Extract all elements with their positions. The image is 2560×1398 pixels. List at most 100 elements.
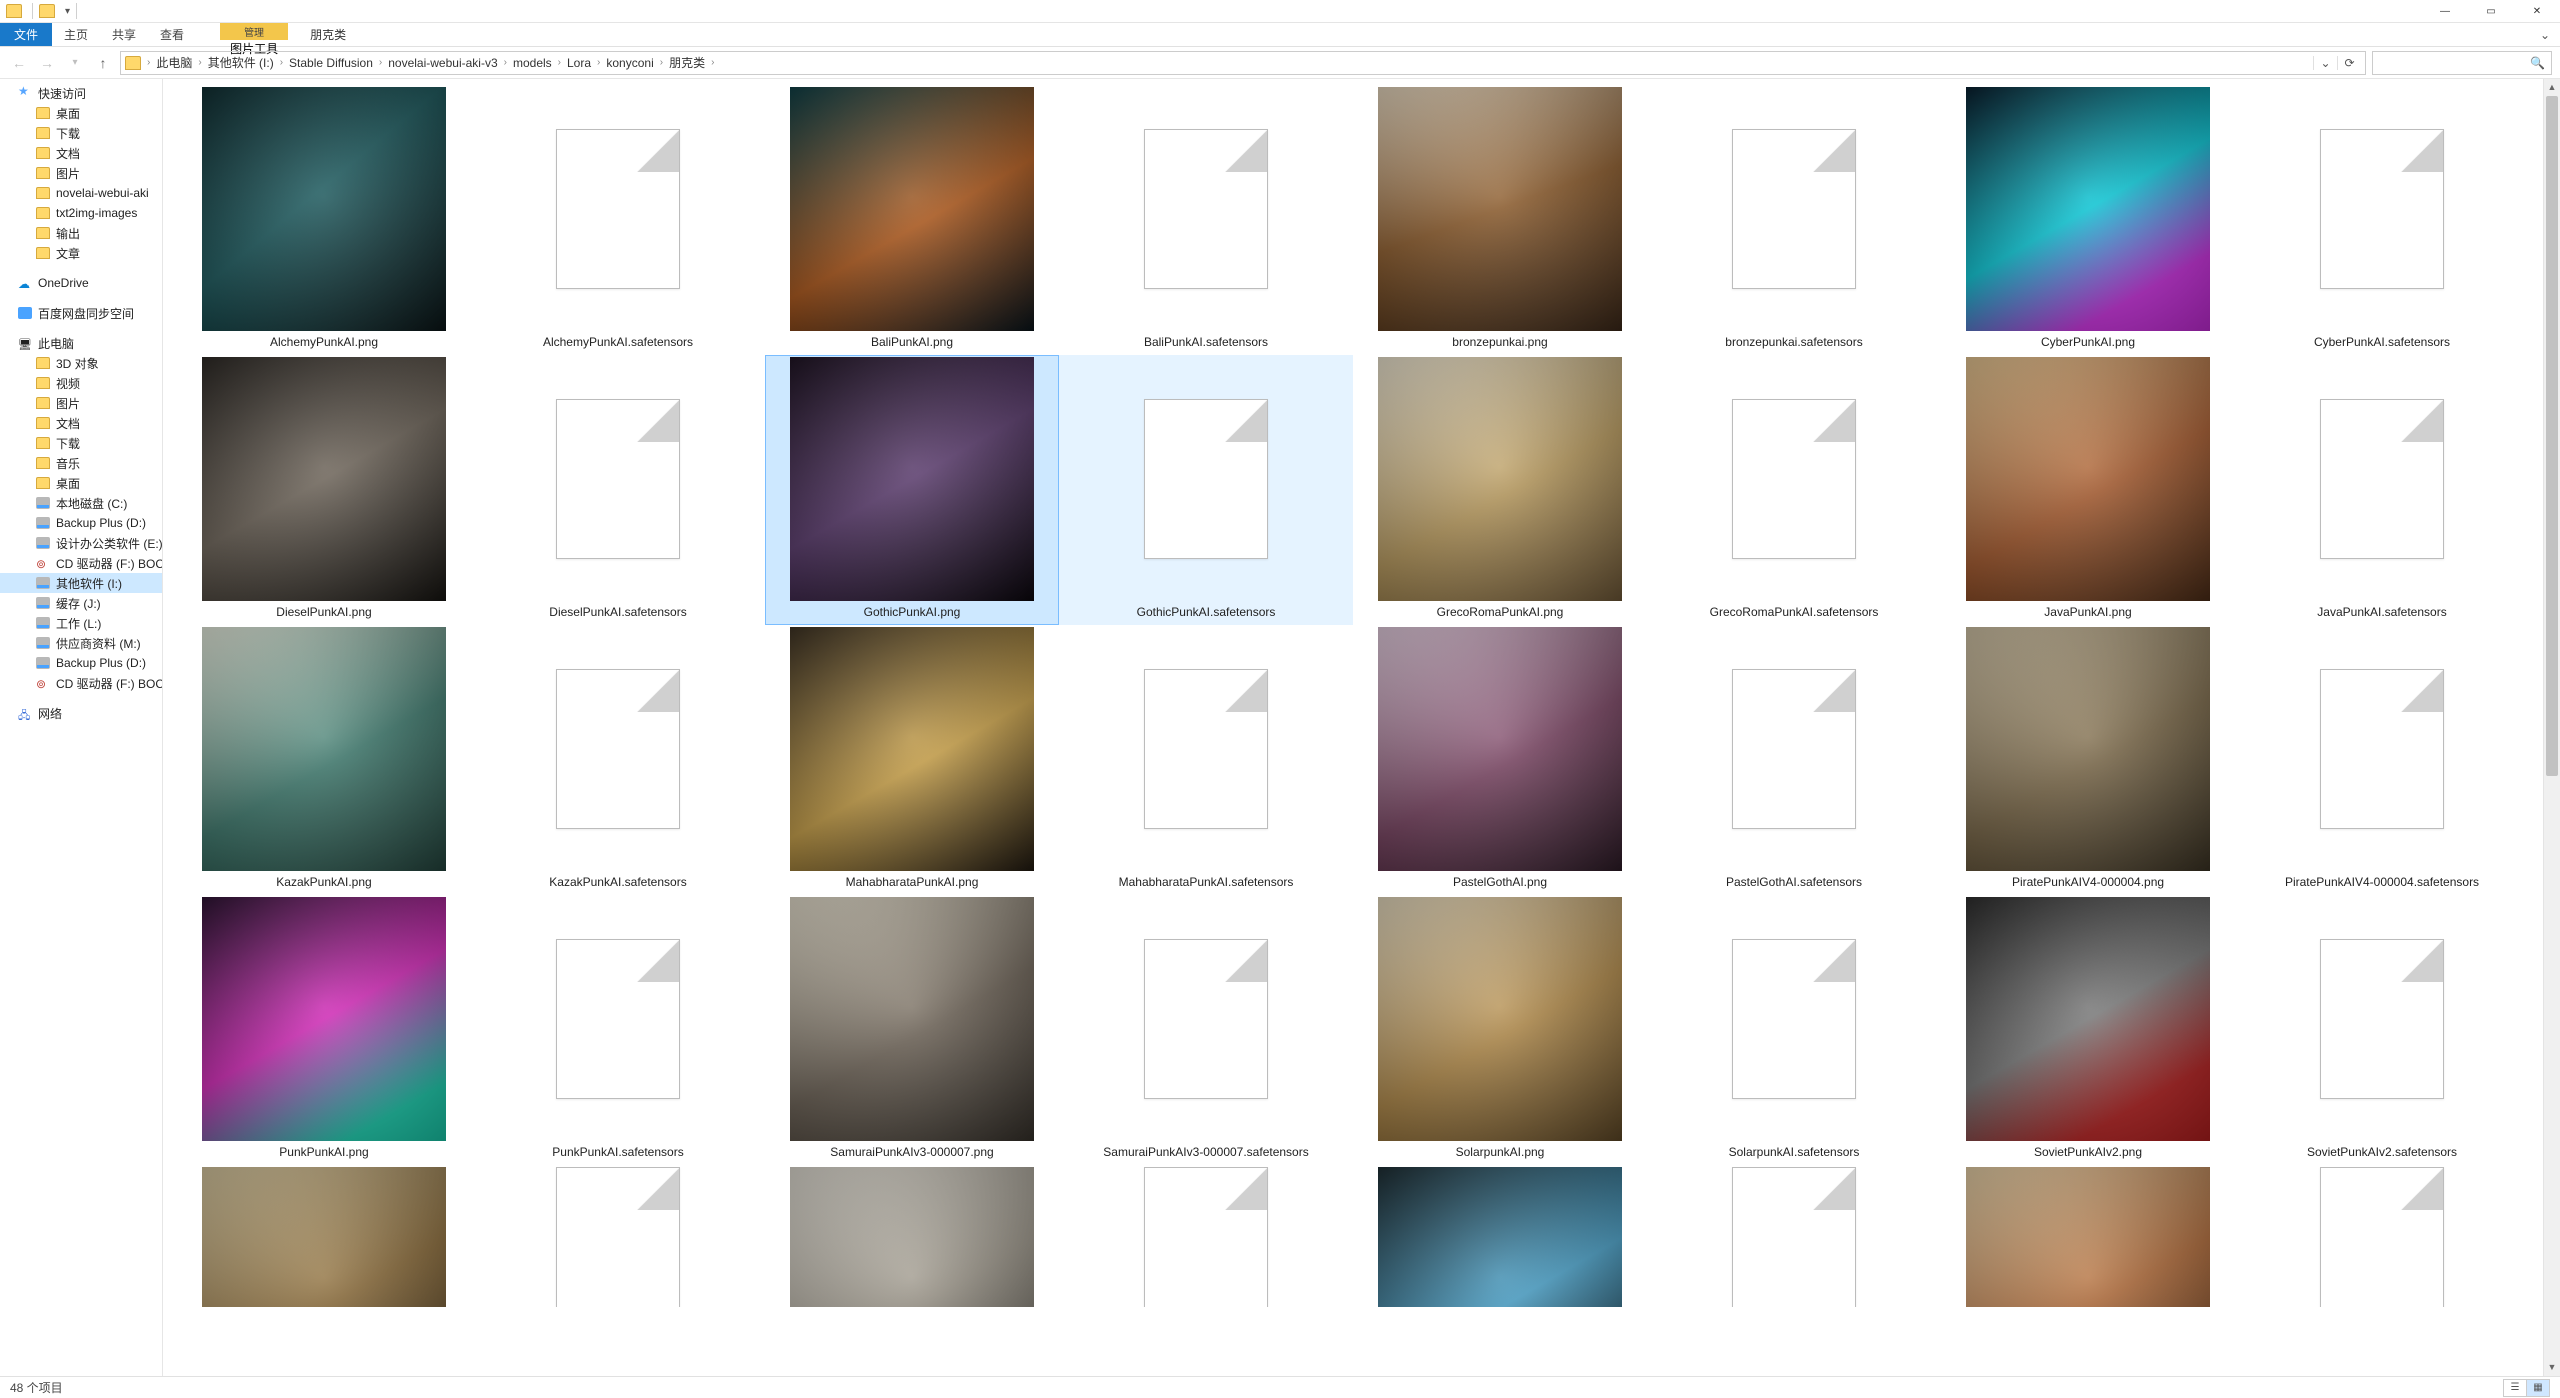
file-item[interactable]: GothicPunkAI.png xyxy=(765,355,1059,625)
file-item[interactable]: SamuraiPunkAIv3-000007.safetensors xyxy=(1059,895,1353,1165)
qa-customize-chevron[interactable]: ▾ xyxy=(65,6,70,17)
file-item[interactable]: GrecoRomaPunkAI.png xyxy=(1353,355,1647,625)
view-icons-button[interactable]: ▦ xyxy=(2526,1379,2550,1397)
file-item[interactable]: CyberPunkAI.safetensors xyxy=(2235,85,2529,355)
file-item[interactable]: bronzepunkai.safetensors xyxy=(1647,85,1941,355)
sidebar-item[interactable]: 音乐 xyxy=(0,453,162,473)
sidebar-item[interactable]: 3D 对象 xyxy=(0,353,162,373)
breadcrumb-segment[interactable]: 其他软件 (I:)› xyxy=(204,54,285,71)
file-item[interactable]: JavaPunkAI.safetensors xyxy=(2235,355,2529,625)
file-item[interactable] xyxy=(177,1165,471,1313)
file-item[interactable]: GothicPunkAI.safetensors xyxy=(1059,355,1353,625)
file-item[interactable]: CyberPunkAI.png xyxy=(1941,85,2235,355)
sidebar-item[interactable]: CD 驱动器 (F:) BOC xyxy=(0,553,162,573)
sidebar-item[interactable]: 供应商资料 (M:) xyxy=(0,633,162,653)
nav-back-button[interactable]: ← xyxy=(8,52,30,74)
breadcrumb-segment[interactable]: 朋克类› xyxy=(665,54,716,71)
sidebar-this-pc[interactable]: 此电脑 xyxy=(0,333,162,353)
breadcrumb-segment[interactable]: konyconi› xyxy=(602,54,665,71)
sidebar-item[interactable]: novelai-webui-aki xyxy=(0,183,162,203)
sidebar-item[interactable]: 文档 xyxy=(0,413,162,433)
sidebar-network[interactable]: 网络 xyxy=(0,703,162,723)
file-item[interactable]: BaliPunkAI.png xyxy=(765,85,1059,355)
sidebar-item[interactable]: 输出 xyxy=(0,223,162,243)
address-history-chevron[interactable]: ⌄ xyxy=(2313,56,2337,70)
file-item[interactable] xyxy=(471,1165,765,1313)
sidebar-item[interactable]: 图片 xyxy=(0,163,162,183)
breadcrumb-segment[interactable]: models› xyxy=(509,54,563,71)
scroll-up-button[interactable]: ▲ xyxy=(2544,79,2560,96)
file-item[interactable]: PastelGothAI.png xyxy=(1353,625,1647,895)
maximize-button[interactable]: ▭ xyxy=(2468,0,2514,23)
file-item[interactable] xyxy=(765,1165,1059,1313)
ribbon-file-button[interactable]: 文件 xyxy=(0,23,52,46)
sidebar-item[interactable]: 视频 xyxy=(0,373,162,393)
file-item[interactable]: SamuraiPunkAIv3-000007.png xyxy=(765,895,1059,1165)
file-item[interactable]: KazakPunkAI.safetensors xyxy=(471,625,765,895)
search-input[interactable]: 🔍 xyxy=(2372,51,2552,75)
sidebar-item[interactable]: Backup Plus (D:) xyxy=(0,513,162,533)
sidebar-item[interactable]: 文档 xyxy=(0,143,162,163)
file-item[interactable]: AlchemyPunkAI.png xyxy=(177,85,471,355)
sidebar-item[interactable]: 下载 xyxy=(0,433,162,453)
file-item[interactable]: GrecoRomaPunkAI.safetensors xyxy=(1647,355,1941,625)
file-item[interactable]: KazakPunkAI.png xyxy=(177,625,471,895)
ribbon-expand-button[interactable]: ⌄ xyxy=(2530,23,2560,46)
file-item[interactable]: PunkPunkAI.safetensors xyxy=(471,895,765,1165)
file-item[interactable]: AlchemyPunkAI.safetensors xyxy=(471,85,765,355)
sidebar-baidu[interactable]: 百度网盘同步空间 xyxy=(0,303,162,323)
sidebar-item[interactable]: 文章 xyxy=(0,243,162,263)
address-root-chevron[interactable]: › xyxy=(145,57,152,68)
sidebar-item[interactable]: 其他软件 (I:) xyxy=(0,573,162,593)
sidebar-item[interactable]: 桌面 xyxy=(0,473,162,493)
file-item[interactable]: SolarpunkAI.safetensors xyxy=(1647,895,1941,1165)
sidebar-item[interactable]: 下载 xyxy=(0,123,162,143)
file-item[interactable]: SolarpunkAI.png xyxy=(1353,895,1647,1165)
sidebar-item[interactable]: txt2img-images xyxy=(0,203,162,223)
close-button[interactable]: ✕ xyxy=(2514,0,2560,23)
file-item[interactable] xyxy=(2235,1165,2529,1313)
file-item[interactable] xyxy=(1353,1165,1647,1313)
file-item[interactable]: PiratePunkAIV4-000004.safetensors xyxy=(2235,625,2529,895)
vertical-scrollbar[interactable]: ▲ ▼ xyxy=(2543,79,2560,1376)
ribbon-tab-share[interactable]: 共享 xyxy=(100,23,148,46)
sidebar[interactable]: 快速访问 桌面下载文档图片novelai-webui-akitxt2img-im… xyxy=(0,79,163,1376)
file-item[interactable] xyxy=(1059,1165,1353,1313)
file-grid[interactable]: AlchemyPunkAI.pngAlchemyPunkAI.safetenso… xyxy=(163,79,2543,1376)
scroll-down-button[interactable]: ▼ xyxy=(2544,1359,2560,1376)
file-item[interactable]: BaliPunkAI.safetensors xyxy=(1059,85,1353,355)
breadcrumb-segment[interactable]: 此电脑› xyxy=(152,54,203,71)
file-item[interactable]: PastelGothAI.safetensors xyxy=(1647,625,1941,895)
nav-recent-chevron[interactable]: ▾ xyxy=(64,52,86,74)
scroll-thumb[interactable] xyxy=(2546,96,2558,776)
nav-up-button[interactable]: ↑ xyxy=(92,52,114,74)
file-item[interactable]: PiratePunkAIV4-000004.png xyxy=(1941,625,2235,895)
qa-open-icon[interactable] xyxy=(39,4,55,18)
breadcrumb-segment[interactable]: Lora› xyxy=(563,54,602,71)
file-item[interactable] xyxy=(1941,1165,2235,1313)
breadcrumb-segment[interactable]: Stable Diffusion› xyxy=(285,54,384,71)
file-item[interactable]: SovietPunkAIv2.png xyxy=(1941,895,2235,1165)
minimize-button[interactable]: ― xyxy=(2422,0,2468,23)
file-item[interactable]: MahabharataPunkAI.safetensors xyxy=(1059,625,1353,895)
sidebar-onedrive[interactable]: OneDrive xyxy=(0,273,162,293)
file-item[interactable]: SovietPunkAIv2.safetensors xyxy=(2235,895,2529,1165)
file-item[interactable]: DieselPunkAI.safetensors xyxy=(471,355,765,625)
sidebar-quick-access[interactable]: 快速访问 xyxy=(0,83,162,103)
sidebar-item[interactable]: CD 驱动器 (F:) BOC xyxy=(0,673,162,693)
address-bar[interactable]: › 此电脑›其他软件 (I:)›Stable Diffusion›novelai… xyxy=(120,51,2366,75)
sidebar-item[interactable]: Backup Plus (D:) xyxy=(0,653,162,673)
file-item[interactable]: bronzepunkai.png xyxy=(1353,85,1647,355)
file-item[interactable]: DieselPunkAI.png xyxy=(177,355,471,625)
breadcrumb-segment[interactable]: novelai-webui-aki-v3› xyxy=(384,54,509,71)
sidebar-item[interactable]: 本地磁盘 (C:) xyxy=(0,493,162,513)
ribbon-tab-home[interactable]: 主页 xyxy=(52,23,100,46)
file-item[interactable] xyxy=(1647,1165,1941,1313)
file-item[interactable]: PunkPunkAI.png xyxy=(177,895,471,1165)
sidebar-item[interactable]: 工作 (L:) xyxy=(0,613,162,633)
file-item[interactable]: JavaPunkAI.png xyxy=(1941,355,2235,625)
sidebar-item[interactable]: 设计办公类软件 (E:) xyxy=(0,533,162,553)
file-item[interactable]: MahabharataPunkAI.png xyxy=(765,625,1059,895)
sidebar-item[interactable]: 图片 xyxy=(0,393,162,413)
nav-forward-button[interactable]: → xyxy=(36,52,58,74)
